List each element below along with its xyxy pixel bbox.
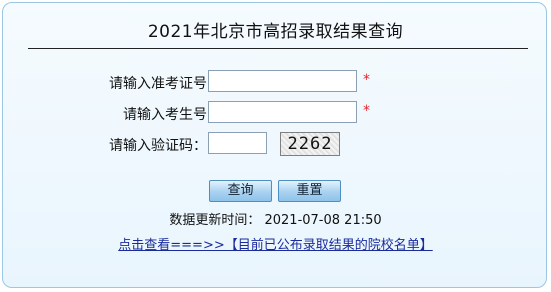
reset-button[interactable]: 重置 <box>278 180 341 202</box>
page-title: 2021年北京市高招录取结果查询 <box>147 22 404 42</box>
captcha-input[interactable] <box>208 132 267 154</box>
captcha-label: 请输入验证码： <box>109 138 207 154</box>
student-id-label: 请输入考生号 <box>123 107 207 123</box>
student-id-required-mark: * <box>363 103 370 119</box>
query-button[interactable]: 查询 <box>209 180 272 202</box>
exam-id-required-mark: * <box>363 72 370 88</box>
exam-id-input[interactable] <box>208 70 357 92</box>
admitted-schools-link[interactable]: 点击查看===>>【目前已公布录取结果的院校名单】 <box>0 234 551 253</box>
captcha-image[interactable]: 2262 <box>280 132 340 156</box>
exam-id-label: 请输入准考证号 <box>109 76 207 92</box>
data-updated-time: 数据更新时间： 2021-07-08 21:50 <box>169 213 382 228</box>
student-id-input[interactable] <box>208 101 357 123</box>
title-divider <box>28 48 528 49</box>
